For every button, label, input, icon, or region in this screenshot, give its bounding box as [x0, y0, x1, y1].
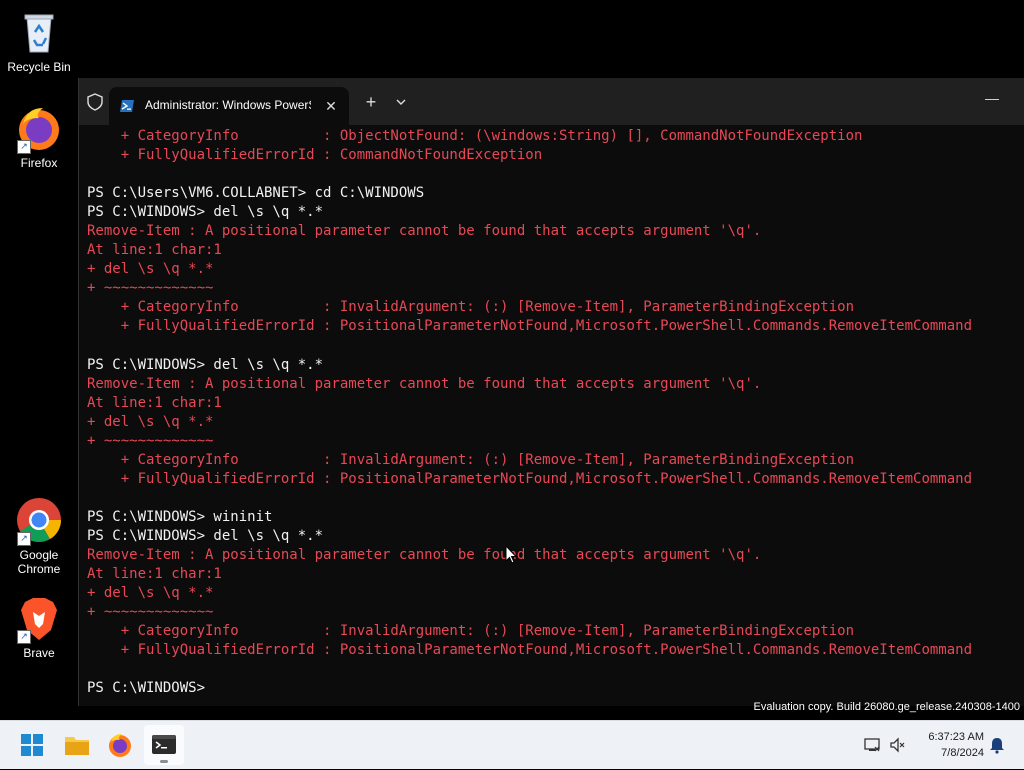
shortcut-arrow-icon: ↗: [17, 140, 31, 154]
console-line: + del \s \q *.*: [87, 261, 214, 278]
console-line: + FullyQualifiedErrorId : PositionalPara…: [87, 642, 973, 659]
desktop-icon-recycle-bin[interactable]: Recycle Bin: [4, 8, 74, 74]
console-output[interactable]: + CategoryInfo : ObjectNotFound: (\windo…: [87, 125, 1024, 706]
taskbar: 6:37:23 AM 7/8/2024: [0, 720, 1024, 769]
title-bar[interactable]: Administrator: Windows PowerShell ✕ + —: [79, 78, 1024, 125]
network-icon[interactable]: [862, 735, 882, 755]
mouse-cursor-icon: [505, 544, 518, 565]
console-line: Remove-Item : A positional parameter can…: [87, 547, 762, 564]
system-clock[interactable]: 6:37:23 AM 7/8/2024: [918, 729, 984, 761]
console-line: + FullyQualifiedErrorId : PositionalPara…: [87, 318, 973, 335]
volume-muted-icon[interactable]: [888, 735, 908, 755]
console-line: + CategoryInfo : InvalidArgument: (:) [R…: [87, 623, 855, 640]
shortcut-arrow-icon: ↗: [17, 630, 31, 644]
console-line: + CategoryInfo : InvalidArgument: (:) [R…: [87, 299, 855, 316]
console-line: PS C:\Users\VM6.COLLABNET> cd C:\WINDOWS: [87, 185, 425, 202]
console-line: PS C:\WINDOWS>: [87, 680, 214, 697]
taskbar-file-explorer[interactable]: [57, 725, 97, 765]
clock-date: 7/8/2024: [941, 747, 984, 759]
chrome-icon: ↗: [15, 496, 63, 546]
desktop-icon-firefox[interactable]: ↗ Firefox: [4, 104, 74, 170]
console-line: + ~~~~~~~~~~~~~: [87, 280, 214, 297]
console-line: Remove-Item : A positional parameter can…: [87, 223, 762, 240]
console-line: + CategoryInfo : InvalidArgument: (:) [R…: [87, 451, 855, 468]
console-line: Remove-Item : A positional parameter can…: [87, 375, 762, 392]
start-button[interactable]: [12, 725, 52, 765]
console-line: + del \s \q *.*: [87, 413, 214, 430]
console-line: + FullyQualifiedErrorId : CommandNotFoun…: [87, 147, 543, 164]
tab-title: Administrator: Windows PowerShell: [145, 98, 311, 112]
terminal-window[interactable]: Administrator: Windows PowerShell ✕ + — …: [78, 78, 1024, 706]
evaluation-watermark: Evaluation copy. Build 26080.ge_release.…: [753, 701, 1020, 713]
console-line: At line:1 char:1: [87, 242, 222, 259]
console-line: PS C:\WINDOWS> del \s \q *.*: [87, 204, 324, 221]
console-line: PS C:\WINDOWS> wininit: [87, 508, 273, 525]
firefox-icon: ↗: [15, 104, 63, 154]
console-line: PS C:\WINDOWS> del \s \q *.*: [87, 356, 324, 373]
new-tab-button[interactable]: +: [361, 92, 381, 112]
minimize-button[interactable]: —: [979, 90, 1005, 106]
console-line: + del \s \q *.*: [87, 585, 214, 602]
desktop-icon-label: Recycle Bin: [7, 60, 71, 74]
shortcut-arrow-icon: ↗: [17, 532, 31, 546]
console-line: At line:1 char:1: [87, 566, 222, 583]
console-line: + FullyQualifiedErrorId : PositionalPara…: [87, 470, 973, 487]
tab-powershell[interactable]: Administrator: Windows PowerShell ✕: [109, 87, 349, 125]
desktop-icon-brave[interactable]: ↗ Brave: [4, 594, 74, 660]
desktop-icon-label: Google Chrome: [17, 548, 61, 576]
active-indicator: [160, 760, 168, 763]
powershell-icon: [119, 98, 135, 114]
start-icon: [21, 734, 43, 756]
shield-icon[interactable]: [85, 92, 105, 112]
chevron-down-icon[interactable]: [393, 92, 409, 112]
console-line: PS C:\WINDOWS> del \s \q *.*: [87, 527, 324, 544]
clock-time: 6:37:23 AM: [928, 731, 984, 743]
desktop-icon-chrome[interactable]: ↗ Google Chrome: [4, 496, 74, 576]
desktop-icon-label: Brave: [23, 646, 55, 660]
terminal-icon: [152, 735, 176, 754]
notification-bell-icon[interactable]: [987, 735, 1007, 755]
taskbar-firefox[interactable]: [100, 725, 140, 765]
close-tab-icon[interactable]: ✕: [321, 96, 341, 116]
recycle-bin-icon: [15, 8, 63, 56]
console-line: + ~~~~~~~~~~~~~: [87, 432, 214, 449]
brave-icon: ↗: [15, 594, 63, 644]
console-line: + CategoryInfo : ObjectNotFound: (\windo…: [87, 128, 863, 144]
desktop-icon-label: Firefox: [20, 156, 58, 170]
firefox-icon: [109, 734, 131, 757]
console-line: At line:1 char:1: [87, 394, 222, 411]
console-line: + ~~~~~~~~~~~~~: [87, 604, 214, 621]
taskbar-terminal[interactable]: [144, 725, 184, 765]
file-explorer-icon: [65, 737, 89, 755]
